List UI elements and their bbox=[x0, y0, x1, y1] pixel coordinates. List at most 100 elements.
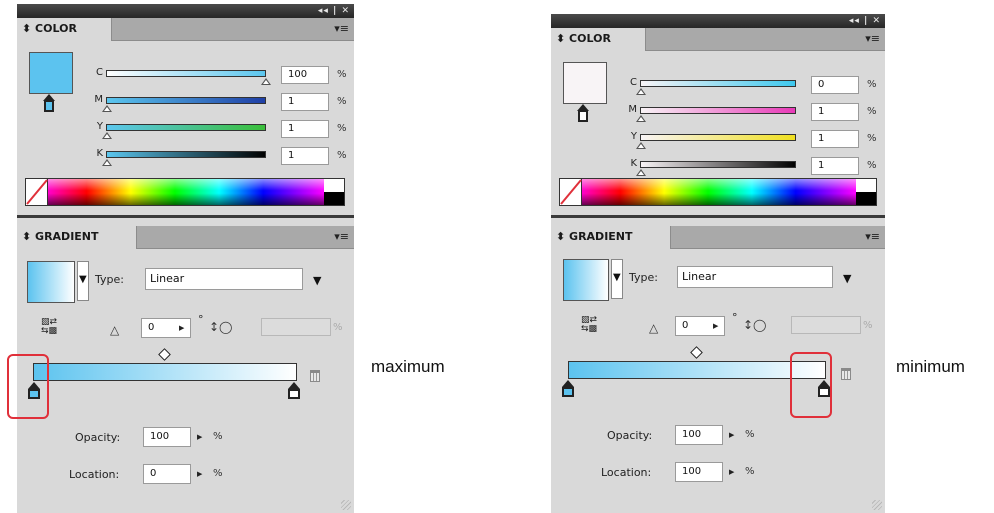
location-stepper-icon[interactable]: ▶ bbox=[729, 468, 734, 476]
chevron-down-icon: ▼ bbox=[79, 274, 87, 285]
tab-gradient[interactable]: ⬍ GRADIENT bbox=[551, 226, 671, 249]
opacity-input[interactable]: 100 bbox=[143, 427, 191, 447]
gradient-ramp[interactable] bbox=[568, 361, 826, 379]
channel-slider-k[interactable] bbox=[640, 161, 796, 168]
channel-thumb-y[interactable] bbox=[636, 142, 646, 149]
gradient-preview-swatch[interactable] bbox=[563, 259, 609, 301]
resize-grip-icon[interactable] bbox=[872, 500, 882, 510]
channel-label-m: M bbox=[628, 104, 637, 115]
trash-icon[interactable] bbox=[841, 368, 851, 380]
gradient-preset-dropdown[interactable]: ▼ bbox=[77, 261, 89, 301]
degree-symbol: ° bbox=[732, 311, 738, 324]
channel-thumb-m[interactable] bbox=[636, 115, 646, 122]
channel-input-m[interactable]: 1 bbox=[281, 93, 329, 111]
channel-slider-y[interactable] bbox=[106, 124, 266, 131]
trash-icon[interactable] bbox=[310, 370, 320, 382]
angle-stepper-icon[interactable]: ▶ bbox=[179, 324, 184, 332]
channel-label-k: K bbox=[630, 158, 637, 169]
tab-color[interactable]: ⬍ COLOR bbox=[551, 28, 646, 51]
color-spectrum-bar[interactable] bbox=[559, 178, 877, 206]
channel-input-m[interactable]: 1 bbox=[811, 103, 859, 121]
angle-icon: △ bbox=[110, 323, 120, 337]
channel-input-c[interactable]: 0 bbox=[811, 76, 859, 94]
channel-thumb-y[interactable] bbox=[102, 132, 112, 139]
stop-cap bbox=[562, 380, 574, 387]
channel-slider-m[interactable] bbox=[640, 107, 796, 114]
channel-thumb-c[interactable] bbox=[636, 88, 646, 95]
panel-menu-icon[interactable]: ▾≡ bbox=[334, 226, 349, 248]
caption-minimum: minimum bbox=[896, 357, 965, 376]
color-spectrum-bar[interactable] bbox=[25, 178, 345, 206]
location-stepper-icon[interactable]: ▶ bbox=[197, 470, 202, 478]
channel-input-c[interactable]: 100 bbox=[281, 66, 329, 84]
gradient-ramp[interactable] bbox=[33, 363, 297, 381]
reverse-gradient-icon[interactable]: ▧⇄ ⇆▩ bbox=[581, 316, 603, 334]
channel-input-y[interactable]: 1 bbox=[281, 120, 329, 138]
tab-gradient[interactable]: ⬍ GRADIENT bbox=[17, 226, 137, 249]
collapse-close-controls[interactable]: ◂◂ | ✕ bbox=[318, 4, 350, 18]
stop-cap bbox=[288, 382, 300, 389]
resize-grip-icon[interactable] bbox=[341, 500, 351, 510]
opacity-stepper-icon[interactable]: ▶ bbox=[197, 433, 202, 441]
aspect-ratio-input bbox=[791, 316, 861, 334]
channel-slider-k[interactable] bbox=[106, 151, 266, 158]
channel-unit-y: % bbox=[337, 123, 347, 134]
channel-unit-y: % bbox=[867, 133, 877, 144]
channel-slider-m[interactable] bbox=[106, 97, 266, 104]
black-white-swatches[interactable] bbox=[324, 179, 344, 205]
none-slash-icon bbox=[560, 179, 582, 205]
opacity-unit: % bbox=[213, 431, 223, 442]
channel-label-y: Y bbox=[96, 121, 103, 132]
location-input[interactable]: 0 bbox=[143, 464, 191, 484]
channel-label-c: C bbox=[96, 67, 103, 78]
aspect-ratio-unit: % bbox=[863, 320, 873, 331]
panel-menu-icon[interactable]: ▾≡ bbox=[334, 18, 349, 40]
channel-label-y: Y bbox=[630, 131, 637, 142]
panel-menu-icon[interactable]: ▾≡ bbox=[865, 28, 880, 50]
location-input[interactable]: 100 bbox=[675, 462, 723, 482]
gradient-preview-swatch[interactable] bbox=[27, 261, 75, 303]
highlight-left-stop bbox=[7, 354, 49, 419]
gradient-preset-dropdown[interactable]: ▼ bbox=[611, 259, 623, 299]
channel-thumb-k[interactable] bbox=[636, 169, 646, 176]
location-unit: % bbox=[745, 466, 755, 477]
collapse-close-controls[interactable]: ◂◂ | ✕ bbox=[849, 14, 881, 28]
right-panel: ◂◂ | ✕ ⬍ COLOR ▾≡ C 0 % M 1 % Y 1 % K 1 … bbox=[551, 14, 885, 513]
channel-thumb-k[interactable] bbox=[102, 159, 112, 166]
spectrum-ramp[interactable] bbox=[582, 179, 856, 205]
opacity-stepper-icon[interactable]: ▶ bbox=[729, 431, 734, 439]
channel-slider-y[interactable] bbox=[640, 134, 796, 141]
aspect-ratio-icon: ↕◯ bbox=[743, 318, 767, 332]
channel-label-k: K bbox=[96, 148, 103, 159]
channel-thumb-c[interactable] bbox=[261, 78, 271, 85]
none-color-swatch[interactable] bbox=[26, 179, 48, 205]
spectrum-ramp[interactable] bbox=[48, 179, 324, 205]
channel-label-m: M bbox=[94, 94, 103, 105]
channel-input-k[interactable]: 1 bbox=[811, 157, 859, 175]
channel-slider-c[interactable] bbox=[640, 80, 796, 87]
gradient-type-select[interactable]: Linear bbox=[145, 268, 303, 290]
tab-color[interactable]: ⬍ COLOR bbox=[17, 18, 112, 41]
channel-label-c: C bbox=[630, 77, 637, 88]
gradient-type-select[interactable]: Linear bbox=[677, 266, 833, 288]
gradient-type-chevron-icon[interactable]: ▼ bbox=[313, 274, 321, 287]
angle-stepper-icon[interactable]: ▶ bbox=[713, 322, 718, 330]
gradient-type-chevron-icon[interactable]: ▼ bbox=[843, 272, 851, 285]
none-color-swatch[interactable] bbox=[560, 179, 582, 205]
channel-input-k[interactable]: 1 bbox=[281, 147, 329, 165]
channel-thumb-m[interactable] bbox=[102, 105, 112, 112]
location-unit: % bbox=[213, 468, 223, 479]
midpoint-diamond[interactable] bbox=[158, 348, 171, 361]
panel-menu-icon[interactable]: ▾≡ bbox=[865, 226, 880, 248]
black-white-swatches[interactable] bbox=[856, 179, 876, 205]
fill-color-swatch[interactable] bbox=[563, 62, 607, 104]
channel-unit-c: % bbox=[337, 69, 347, 80]
channel-input-y[interactable]: 1 bbox=[811, 130, 859, 148]
gradient-tab-strip: ⬍ GRADIENT ▾≡ bbox=[551, 226, 885, 249]
channel-slider-c[interactable] bbox=[106, 70, 266, 77]
aspect-ratio-unit: % bbox=[333, 322, 343, 333]
fill-color-swatch[interactable] bbox=[29, 52, 73, 94]
midpoint-diamond[interactable] bbox=[690, 346, 703, 359]
opacity-input[interactable]: 100 bbox=[675, 425, 723, 445]
reverse-gradient-icon[interactable]: ▧⇄ ⇆▩ bbox=[41, 318, 63, 336]
